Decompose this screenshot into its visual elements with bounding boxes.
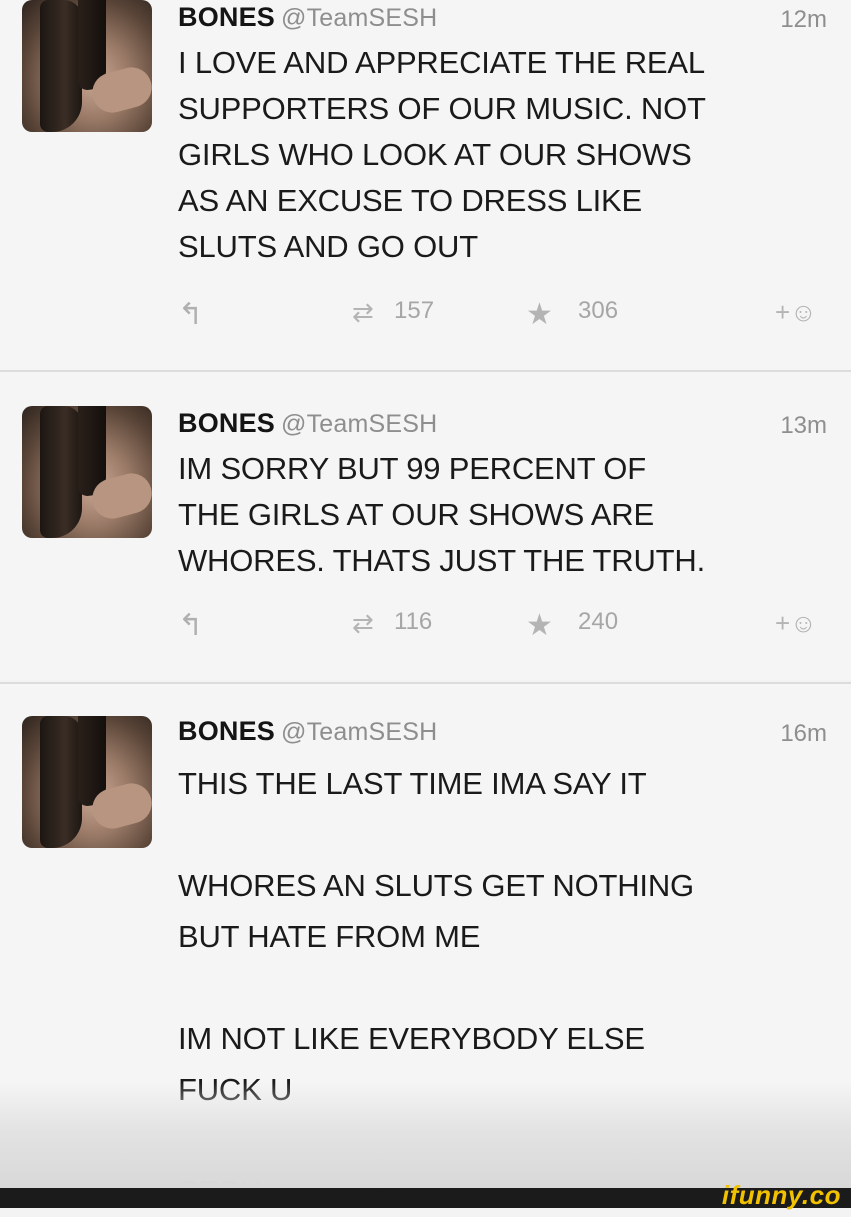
tweet-text: IM SORRY BUT 99 PERCENT OF THE GIRLS AT … bbox=[178, 451, 705, 578]
favorite-count: 240 bbox=[578, 608, 619, 635]
author-handle[interactable]: @TeamSESH bbox=[281, 410, 437, 438]
retweet-count: 157 bbox=[394, 297, 435, 324]
avatar[interactable] bbox=[22, 0, 152, 132]
avatar[interactable] bbox=[22, 406, 152, 538]
author-handle[interactable]: @TeamSESH bbox=[281, 718, 437, 746]
reply-icon[interactable]: ↰ bbox=[178, 608, 203, 643]
reply-icon[interactable]: ↰ bbox=[178, 297, 203, 332]
retweet-icon[interactable]: ⇄ bbox=[352, 297, 374, 328]
star-icon[interactable]: ★ bbox=[526, 297, 553, 332]
tweet-timestamp[interactable]: 12m bbox=[780, 6, 827, 34]
bottom-fade bbox=[0, 1082, 851, 1188]
follow-user-icon[interactable]: +☺ bbox=[775, 608, 817, 639]
author-name: BONES bbox=[178, 2, 276, 32]
tweet-1[interactable]: BONES @TeamSESH 12m I LOVE AND APPRECIATE… bbox=[0, 0, 851, 370]
retweet-count: 116 bbox=[394, 608, 433, 635]
author-name: BONES bbox=[178, 716, 276, 746]
favorite-count: 306 bbox=[578, 297, 619, 324]
tweet-2[interactable]: BONES @TeamSESH 13m IM SORRY BUT 99 PERCE… bbox=[0, 372, 851, 680]
retweet-icon[interactable]: ⇄ bbox=[352, 608, 374, 639]
avatar-hair bbox=[40, 716, 82, 848]
tweet-text: I LOVE AND APPRECIATE THE REAL SUPPORTER… bbox=[178, 45, 706, 264]
tweet-actions: ↰ ⇄ 116 ★ 240 +☺ bbox=[0, 608, 851, 648]
star-icon[interactable]: ★ bbox=[526, 608, 553, 643]
author-handle[interactable]: @TeamSESH bbox=[281, 4, 437, 32]
follow-user-icon[interactable]: +☺ bbox=[775, 297, 817, 328]
tweet-actions: ↰ ⇄ 157 ★ 306 +☺ bbox=[0, 297, 851, 337]
tweet-timestamp[interactable]: 13m bbox=[780, 412, 827, 440]
author-name: BONES bbox=[178, 408, 276, 438]
avatar-hair bbox=[40, 0, 82, 132]
avatar-hair bbox=[40, 406, 82, 538]
ifunny-watermark: ifunny.co bbox=[721, 1180, 841, 1210]
tweet-author[interactable]: BONES @TeamSESH bbox=[178, 716, 437, 747]
tweet-timestamp[interactable]: 16m bbox=[780, 720, 827, 748]
avatar[interactable] bbox=[22, 716, 152, 848]
tweet-author[interactable]: BONES @TeamSESH bbox=[178, 408, 437, 439]
tweet-author[interactable]: BONES @TeamSESH bbox=[178, 2, 437, 33]
